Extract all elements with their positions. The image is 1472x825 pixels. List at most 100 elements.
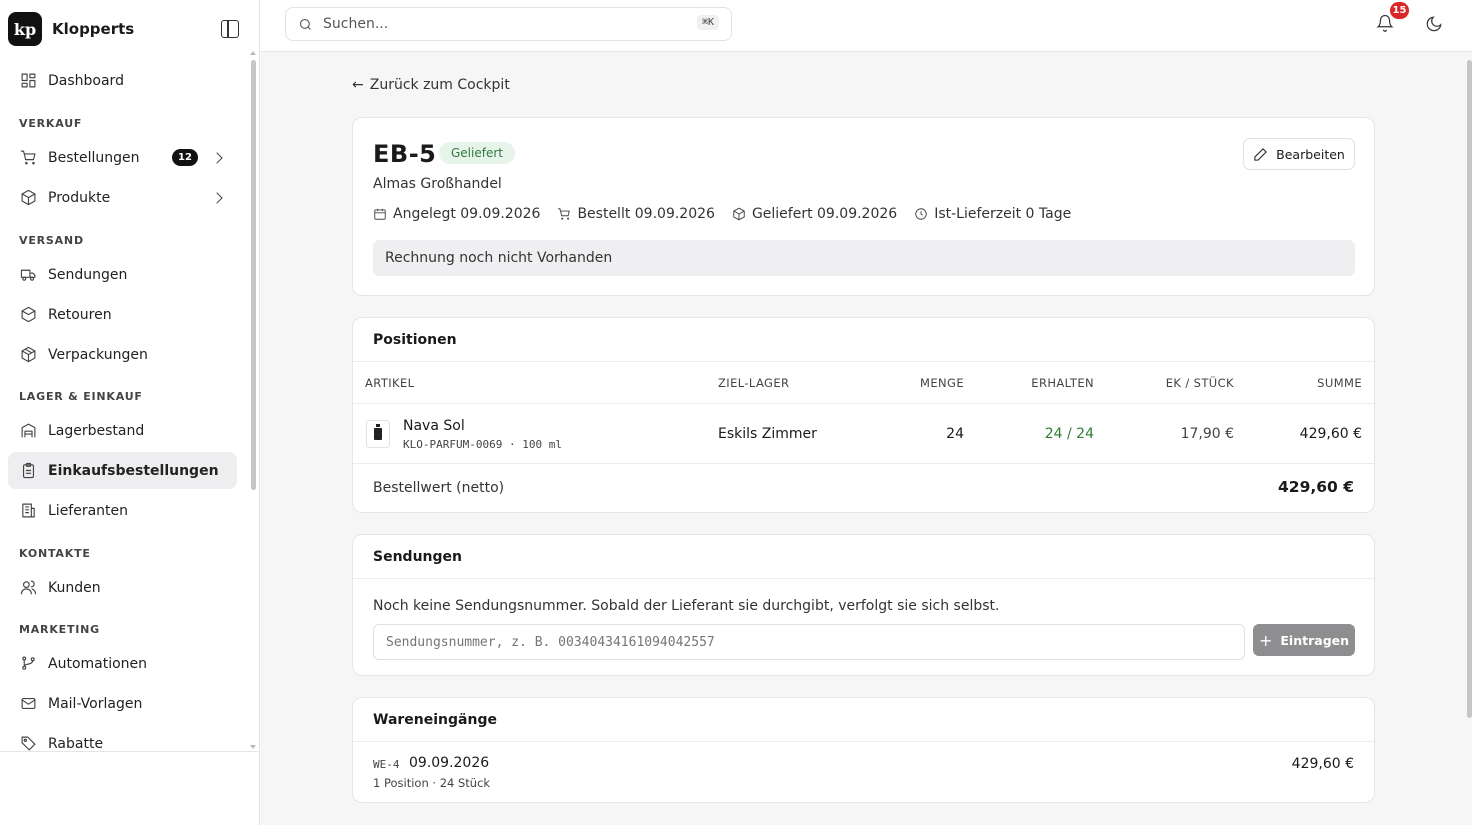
sidebar-item-einkaufsbestellungen[interactable]: Einkaufsbestellungen — [8, 452, 237, 489]
sidebar-item-label: Einkaufsbestellungen — [48, 462, 219, 479]
scroll-up-arrow[interactable] — [250, 51, 256, 55]
line-sum: 429,60 € — [1299, 425, 1362, 442]
sidebar-toggle-icon[interactable] — [221, 20, 239, 38]
sidebar-item-lagerbestand[interactable]: Lagerbestand — [8, 412, 237, 449]
total-row: Bestellwert (netto) 429,60 € — [353, 464, 1374, 512]
brand-name: Klopperts — [52, 20, 135, 38]
arrow-left-icon: ← — [352, 77, 364, 93]
sidebar-item-label: Bestellungen — [48, 149, 140, 166]
plus-icon: + — [1258, 630, 1273, 650]
topbar: Suchen... ⌘K 15 — [260, 0, 1472, 52]
chevron-right-icon — [211, 151, 223, 164]
box-icon — [19, 346, 37, 364]
section-label-kontakte: KONTAKTE — [19, 547, 91, 560]
back-link-label: Zurück zum Cockpit — [369, 77, 510, 93]
edit-button-label: Bearbeiten — [1276, 146, 1345, 162]
sidebar-item-verpackungen[interactable]: Verpackungen — [8, 336, 237, 373]
total-value: 429,60 € — [1278, 478, 1354, 496]
created-label: Angelegt 09.09.2026 — [393, 206, 541, 222]
dashboard-icon — [19, 72, 37, 90]
sidebar-nav: Dashboard VERKAUF Bestellungen 12 Produk… — [0, 58, 252, 751]
section-label-marketing: MARKETING — [19, 623, 100, 636]
ordered-label: Bestellt 09.09.2026 — [577, 206, 715, 222]
brand-logo: kp — [8, 12, 42, 46]
truck-icon — [19, 266, 37, 284]
target-warehouse: Eskils Zimmer — [718, 425, 817, 442]
lead-time: Ist-Lieferzeit 0 Tage — [914, 206, 1071, 222]
sidebar-item-retouren[interactable]: Retouren — [8, 296, 237, 333]
main-content: Suchen... ⌘K 15 ← Zurück zum Cockpit EB-… — [260, 0, 1472, 825]
sidebar-item-label: Verpackungen — [48, 346, 148, 363]
moon-icon[interactable] — [1425, 15, 1443, 37]
pencil-icon — [1254, 147, 1268, 161]
article-name: Nava Sol — [403, 418, 465, 434]
workflow-icon — [19, 655, 37, 673]
sidebar-item-sendungen[interactable]: Sendungen — [8, 256, 237, 293]
product-thumbnail — [366, 420, 390, 448]
column-header: EK / STÜCK — [1165, 375, 1234, 390]
goods-receipts-title: Wareneingänge — [353, 698, 1374, 742]
order-meta: Angelegt 09.09.2026 Bestellt 09.09.2026 … — [373, 206, 1088, 222]
building-icon — [19, 502, 37, 520]
sidebar-item-label: Sendungen — [48, 266, 128, 283]
table-row[interactable]: Nava Sol KLO-PARFUM-0069 · 100 ml Eskils… — [353, 404, 1374, 464]
receipt-amount: 429,60 € — [1291, 756, 1354, 772]
users-icon — [19, 579, 37, 597]
search-input[interactable]: Suchen... ⌘K — [285, 7, 732, 41]
sidebar-item-mail-vorlagen[interactable]: Mail-Vorlagen — [8, 685, 237, 722]
sidebar-footer-divider — [0, 751, 259, 752]
search-icon — [299, 18, 311, 30]
sidebar-item-automationen[interactable]: Automationen — [8, 645, 237, 682]
sidebar-item-rabatte[interactable]: Rabatte — [8, 725, 237, 751]
edit-button[interactable]: Bearbeiten — [1243, 138, 1355, 170]
sidebar-item-bestellungen[interactable]: Bestellungen 12 — [8, 139, 237, 176]
main-scrollbar[interactable] — [1467, 60, 1472, 718]
table-header: ARTIKEL ZIEL-LAGER MENGE ERHALTEN EK / S… — [353, 362, 1374, 404]
positions-title: Positionen — [353, 318, 1374, 362]
back-to-cockpit-link[interactable]: ← Zurück zum Cockpit — [352, 77, 510, 93]
chevron-right-icon — [211, 191, 223, 204]
unit-price: 17,90 € — [1180, 425, 1234, 442]
cart-icon — [19, 149, 37, 167]
calendar-icon — [374, 208, 386, 220]
column-header: ARTIKEL — [365, 375, 415, 390]
sidebar-item-produkte[interactable]: Produkte — [8, 179, 237, 216]
shipments-title: Sendungen — [353, 535, 1374, 579]
sidebar-item-label: Lagerbestand — [48, 422, 145, 439]
received: 24 / 24 — [1044, 425, 1094, 442]
sidebar-item-kunden[interactable]: Kunden — [8, 569, 237, 606]
section-label-lager: LAGER & EINKAUF — [19, 390, 143, 403]
article-sku: KLO-PARFUM-0069 · 100 ml — [403, 438, 562, 451]
mail-icon — [19, 695, 37, 713]
sidebar-item-label: Dashboard — [48, 72, 124, 89]
column-header: MENGE — [920, 375, 964, 390]
perfume-bottle-icon — [374, 424, 382, 440]
package-icon — [19, 189, 37, 207]
section-label-verkauf: VERKAUF — [19, 117, 83, 130]
receipt-summary: 1 Position · 24 Stück — [373, 776, 491, 790]
sidebar-item-label: Mail-Vorlagen — [48, 695, 143, 712]
ordered-date: Bestellt 09.09.2026 — [557, 206, 715, 222]
section-label-versand: VERSAND — [19, 234, 84, 247]
sidebar-item-dashboard[interactable]: Dashboard — [8, 62, 237, 99]
sidebar: kp Klopperts Dashboard VERKAUF Bestellun… — [0, 0, 260, 825]
shipments-note: Noch keine Sendungsnummer. Sobald der Li… — [373, 598, 1000, 614]
sidebar-item-label: Kunden — [48, 579, 101, 596]
column-header: SUMME — [1317, 375, 1362, 390]
order-header-card: EB-5 Geliefert Bearbeiten Almas Großhand… — [352, 117, 1375, 296]
tracking-number-input[interactable] — [373, 624, 1245, 660]
positions-card: Positionen ARTIKEL ZIEL-LAGER MENGE ERHA… — [352, 317, 1375, 513]
shipments-card: Sendungen Noch keine Sendungsnummer. Sob… — [352, 534, 1375, 676]
total-label: Bestellwert (netto) — [373, 480, 505, 496]
sidebar-item-lieferanten[interactable]: Lieferanten — [8, 492, 237, 529]
goods-receipts-card: Wareneingänge WE-4 09.09.2026 1 Position… — [352, 697, 1375, 803]
sidebar-item-label: Rabatte — [48, 735, 104, 752]
clipboard-icon — [19, 462, 37, 480]
quantity: 24 — [946, 425, 964, 442]
sidebar-item-label: Produkte — [48, 189, 111, 206]
cart-icon — [558, 208, 571, 220]
search-shortcut: ⌘K — [696, 15, 719, 30]
box-return-icon — [19, 306, 37, 324]
created-date: Angelegt 09.09.2026 — [373, 206, 540, 222]
add-tracking-button[interactable]: + Eintragen — [1253, 624, 1355, 656]
